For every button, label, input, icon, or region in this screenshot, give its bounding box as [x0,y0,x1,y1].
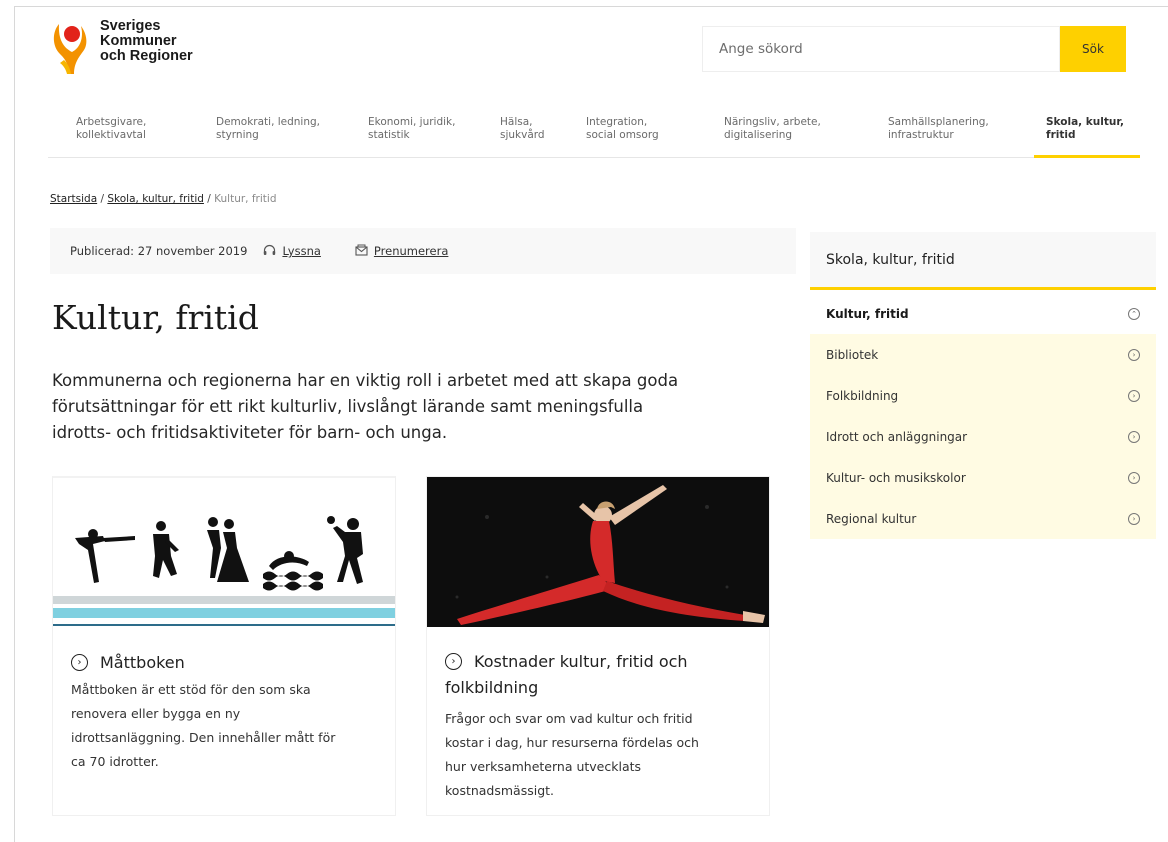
sidebar-item-label: Bibliotek [826,347,879,362]
chevron-right-icon: › [1128,348,1140,361]
logo-line-1: Sveriges [100,18,161,34]
sidebar-item-label: Folkbildning [826,388,899,403]
nav-item-samhallsplanering[interactable]: Samhällsplanering, infrastruktur [888,116,989,142]
logo-icon [50,16,92,78]
chevron-right-icon: › [1128,471,1140,484]
search-button[interactable]: Sök [1060,26,1126,72]
article-meta-bar: Publicerad: 27 november 2019 Lyssna Pren… [50,228,796,274]
page-lead: Kommunerna och regionerna har en viktig … [52,371,679,442]
page-title: Kultur, fritid [52,298,259,337]
sidebar-item-kultur-fritid[interactable]: Kultur, fritid ⌃ [810,293,1156,334]
card-title-line: Kostnader kultur, fritid och [474,652,688,671]
sidebar-item-label: Idrott och anläggningar [826,429,968,444]
card-desc-line: kostnadsmässigt. [445,783,555,798]
card-desc-line: renovera eller bygga en ny [71,706,241,721]
chevron-right-icon: › [1128,512,1140,525]
chevron-right-icon: › [1128,389,1140,402]
card-kostnader[interactable]: › Kostnader kultur, fritid och folkbildn… [426,476,770,816]
dancer-image [427,477,769,627]
logo-line-3: och Regioner [100,48,193,64]
listen-link[interactable]: Lyssna [263,244,321,259]
card-mattboken[interactable]: › Måttboken Måttboken är ett stöd för de… [52,476,396,816]
sidebar-item-label: Kultur- och musikskolor [826,470,966,485]
nav-item-ekonomi[interactable]: Ekonomi, juridik, statistik [368,116,455,142]
card-description: Frågor och svar om vad kultur och fritid… [445,707,699,803]
main-navigation: Arbetsgivare, kollektivavtal Demokrati, … [48,106,1140,158]
chevron-right-icon: › [1128,430,1140,443]
card-desc-line: hur verksamheterna utvecklats [445,759,642,774]
card-title[interactable]: › Måttboken [71,650,185,676]
nav-item-demokrati[interactable]: Demokrati, ledning, styrning [216,116,320,142]
card-description: Måttboken är ett stöd för den som ska re… [71,678,335,774]
card-desc-line: Måttboken är ett stöd för den som ska [71,682,311,697]
subscribe-link[interactable]: Prenumerera [355,244,448,259]
nav-item-skola-kultur-fritid[interactable]: Skola, kultur, fritid [1046,116,1124,142]
chevron-up-icon[interactable]: ⌃ [1128,307,1140,320]
sidebar-item-label: Kultur, fritid [826,306,909,321]
sidebar-heading[interactable]: Skola, kultur, fritid [810,232,1156,290]
nav-item-arbetsgivare[interactable]: Arbetsgivare, kollektivavtal [76,116,146,142]
card-desc-line: ca 70 idrotter. [71,754,159,769]
subscribe-label: Prenumerera [373,244,449,258]
sidebar-item-kultur-musikskolor[interactable]: Kultur- och musikskolor › [810,457,1156,498]
logo-text: Sveriges Kommuner och Regioner [100,16,193,64]
sidebar-item-label: Regional kultur [826,511,917,526]
logo[interactable]: Sveriges Kommuner och Regioner [50,16,193,78]
card-title[interactable]: › Kostnader kultur, fritid och folkbildn… [445,649,688,701]
nav-active-indicator [1034,155,1140,158]
search-input[interactable] [702,26,1060,72]
sidebar-item-folkbildning[interactable]: Folkbildning › [810,375,1156,416]
sidebar-item-bibliotek[interactable]: Bibliotek › [810,334,1156,375]
nav-item-integration[interactable]: Integration, social omsorg [586,116,659,142]
breadcrumb-current: Kultur, fritid [214,193,277,205]
card-desc-line: idrottsanläggning. Den innehåller mått f… [71,730,336,745]
card-desc-line: kostar i dag, hur resurserna fördelas oc… [445,735,699,750]
card-title-text: Måttboken [100,653,185,672]
sidebar-item-regional-kultur[interactable]: Regional kultur › [810,498,1156,539]
sports-pictograms-image [53,478,395,628]
sidebar-item-idrott[interactable]: Idrott och anläggningar › [810,416,1156,457]
headphones-icon [263,244,276,259]
arrow-circle-icon: › [71,654,88,671]
breadcrumb-parent[interactable]: Skola, kultur, fritid [107,193,204,205]
nav-item-naringsliv[interactable]: Näringsliv, arbete, digitalisering [724,116,821,142]
listen-label: Lyssna [282,244,321,258]
breadcrumb-home[interactable]: Startsida [50,193,97,205]
nav-item-halsa[interactable]: Hälsa, sjukvård [500,116,545,142]
breadcrumb: Startsida / Skola, kultur, fritid / Kult… [50,193,277,205]
logo-line-2: Kommuner [100,33,177,49]
card-title-text: Kostnader kultur, fritid och folkbildnin… [445,649,688,701]
published-date: Publicerad: 27 november 2019 [70,244,248,258]
arrow-circle-icon: › [445,653,462,670]
search-bar: Sök [702,26,1126,72]
card-desc-line: Frågor och svar om vad kultur och fritid [445,711,693,726]
sidebar-menu: Kultur, fritid ⌃ Bibliotek › Folkbildnin… [810,293,1156,539]
envelope-icon [355,244,368,259]
card-title-line: folkbildning [445,678,539,697]
